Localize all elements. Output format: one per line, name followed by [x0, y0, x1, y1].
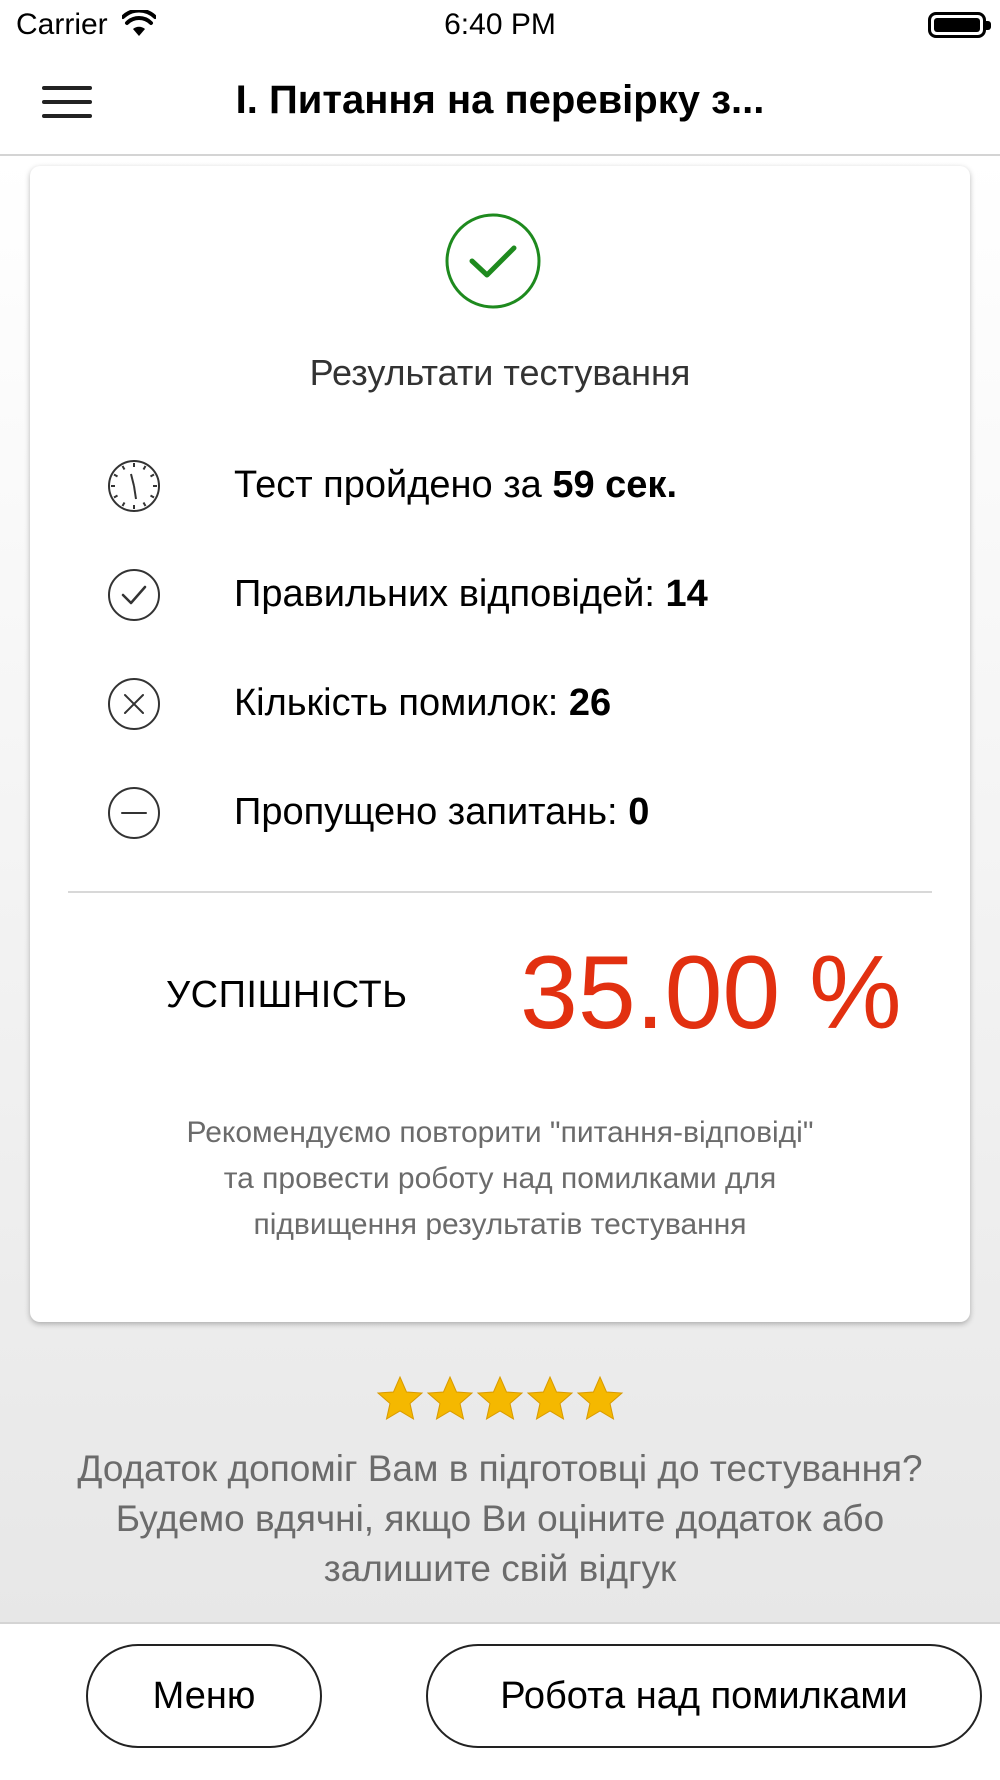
- stat-skipped: Пропущено запитань: 0: [106, 783, 926, 843]
- success-check-icon: [445, 213, 541, 309]
- rate-app-prompt[interactable]: Додаток допоміг Вам в підготовці до тест…: [0, 1444, 1000, 1594]
- success-percentage: 35.00 %: [520, 935, 902, 1051]
- stat-time-value: 59 сек.: [552, 464, 678, 506]
- stat-skipped-value: 0: [628, 791, 650, 833]
- success-label: УСПІШНІСТЬ: [166, 974, 408, 1016]
- results-title: Результати тестування: [309, 352, 691, 393]
- nav-bar: І. Питання на перевірку з...: [0, 52, 1000, 156]
- menu-button[interactable]: Меню: [86, 1644, 322, 1748]
- page-title: І. Питання на перевірку з...: [235, 78, 765, 122]
- minus-circle-icon: [108, 787, 160, 839]
- stat-correct-value: 14: [665, 573, 708, 615]
- star-icon: [526, 1375, 574, 1421]
- battery-icon: [928, 12, 991, 38]
- clock-icon: [108, 460, 160, 512]
- stat-time: Тест пройдено за 59 сек.: [106, 456, 926, 516]
- results-card: Результати тестування Тест пройдено за 5…: [30, 166, 970, 1322]
- star-icon: [426, 1375, 474, 1421]
- star-icon: [376, 1375, 424, 1421]
- divider: [68, 891, 932, 893]
- star-icon: [576, 1375, 624, 1421]
- rating-stars[interactable]: [375, 1374, 625, 1430]
- stat-mistakes: Кількість помилок: 26: [106, 674, 926, 734]
- status-bar: Carrier 6:40 PM: [0, 0, 1000, 52]
- stat-skipped-text: Пропущено запитань: 0: [234, 791, 650, 833]
- stat-correct: Правильних відповідей: 14: [106, 565, 926, 625]
- x-circle-icon: [108, 678, 160, 730]
- hamburger-menu-icon[interactable]: [38, 82, 94, 122]
- star-icon: [476, 1375, 524, 1421]
- bottom-bar: Меню Робота над помилками: [0, 1622, 1000, 1780]
- stat-mistakes-text: Кількість помилок: 26: [234, 682, 612, 724]
- recommendation-text: Рекомендуємо повторити "питання-відповід…: [186, 1116, 814, 1241]
- stat-correct-text: Правильних відповідей: 14: [234, 573, 708, 615]
- stat-time-text: Тест пройдено за 59 сек.: [234, 464, 678, 506]
- status-time: 6:40 PM: [444, 8, 556, 41]
- check-circle-icon: [108, 569, 160, 621]
- work-on-mistakes-button[interactable]: Робота над помилками: [426, 1644, 982, 1748]
- stat-mistakes-value: 26: [568, 682, 612, 724]
